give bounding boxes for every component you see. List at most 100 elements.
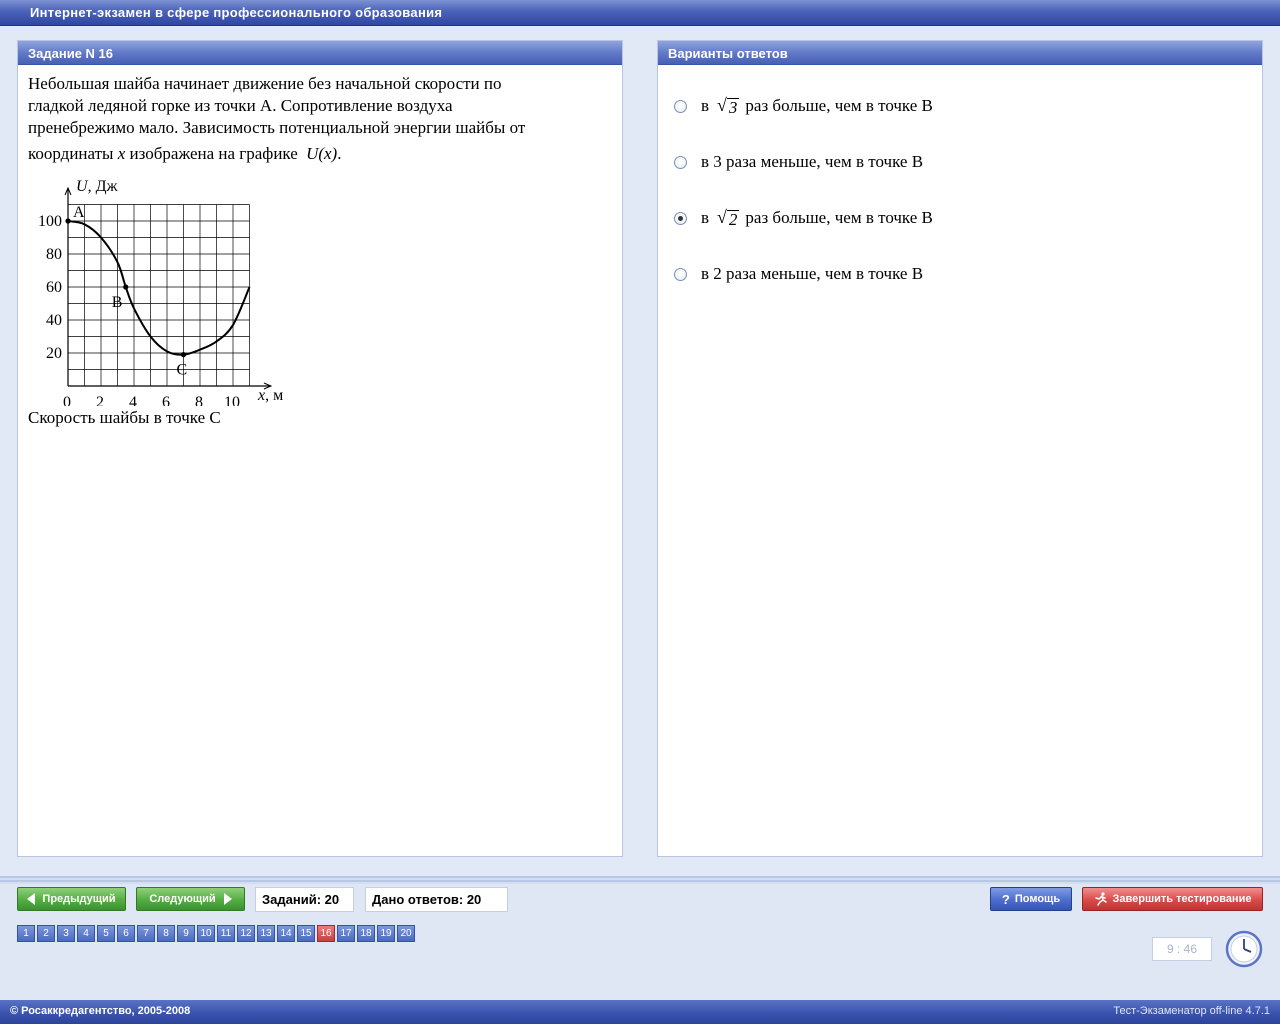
help-icon: ? bbox=[1001, 891, 1010, 907]
clock-icon bbox=[1225, 930, 1263, 968]
question-text: Небольшая шайба начинает движение без на… bbox=[28, 73, 608, 165]
y-tick-label: 40 bbox=[46, 312, 62, 329]
answer-option-3[interactable]: в √ 2 раз больше, чем в точке В bbox=[674, 205, 1234, 231]
y-tick-label: 80 bbox=[46, 246, 62, 263]
page-button-7[interactable]: 7 bbox=[137, 925, 155, 942]
page-button-4[interactable]: 4 bbox=[77, 925, 95, 942]
page-button-19[interactable]: 19 bbox=[377, 925, 395, 942]
help-label: Помощь bbox=[1014, 893, 1061, 905]
radio-button[interactable] bbox=[674, 155, 687, 169]
answers-given-count: Дано ответов: 20 bbox=[365, 887, 508, 912]
answer-option-2[interactable]: в 3 раза меньше, чем в точке В bbox=[674, 149, 1234, 175]
answer-text: в √ 3 раз больше, чем в точке В bbox=[701, 95, 933, 117]
page-button-8[interactable]: 8 bbox=[157, 925, 175, 942]
x-tick-label: 10 bbox=[224, 394, 240, 406]
page-button-16[interactable]: 16 bbox=[317, 925, 335, 942]
x-tick-label: 4 bbox=[129, 394, 137, 406]
previous-button[interactable]: Предыдущий bbox=[17, 887, 126, 911]
y-tick-label: 60 bbox=[46, 279, 62, 296]
x-tick-label: 0 bbox=[63, 394, 71, 406]
question-line-2: гладкой ледяной горке из точки А. Сопрот… bbox=[28, 96, 453, 115]
task-panel: Задание N 16 Небольшая шайба начинает дв… bbox=[17, 40, 623, 857]
sqrt-radicand: 3 bbox=[726, 98, 740, 117]
y-tick-label: 20 bbox=[46, 345, 62, 362]
y-tick-label: 100 bbox=[38, 213, 62, 230]
next-button[interactable]: Следующий bbox=[136, 887, 245, 911]
question-function: U(x) bbox=[306, 144, 338, 163]
tasks-count: Заданий: 20 bbox=[255, 887, 354, 912]
help-button[interactable]: ? Помощь bbox=[990, 887, 1072, 911]
point-A bbox=[65, 218, 71, 224]
previous-label: Предыдущий bbox=[42, 893, 116, 905]
running-man-icon bbox=[1094, 892, 1107, 906]
version-text: Тест-Экзаменатор off-line 4.7.1 bbox=[1113, 1005, 1270, 1017]
footer-bar: © Росаккредагентство, 2005-2008 Тест-Экз… bbox=[0, 1000, 1280, 1024]
point-B bbox=[123, 284, 129, 290]
question-line-3: пренебрежимо мало. Зависимость потенциал… bbox=[28, 118, 526, 137]
page-button-6[interactable]: 6 bbox=[117, 925, 135, 942]
page-button-2[interactable]: 2 bbox=[37, 925, 55, 942]
finish-label: Завершить тестирование bbox=[1112, 893, 1252, 905]
sqrt-radicand: 2 bbox=[726, 210, 740, 229]
arrow-right-icon bbox=[223, 893, 232, 905]
potential-energy-chart: 0 2 4 6 8 10 20 40 60 80 100 A B C U, Дж x, м bbox=[38, 178, 283, 406]
answer-text: в 3 раза меньше, чем в точке В bbox=[701, 152, 924, 171]
task-header: Задание N 16 bbox=[18, 41, 622, 65]
page-navigator: 1 2 3 4 5 6 7 8 9 10 11 12 13 14 15 16 17 18 19 20 bbox=[17, 925, 417, 942]
finish-test-button[interactable]: Завершить тестирование bbox=[1082, 887, 1263, 911]
page-button-9[interactable]: 9 bbox=[177, 925, 195, 942]
question-line-4-end: . bbox=[337, 144, 342, 163]
question-line-1: Небольшая шайба начинает движение без на… bbox=[28, 74, 502, 93]
page-button-3[interactable]: 3 bbox=[57, 925, 75, 942]
question-variable: x bbox=[117, 144, 126, 163]
title-bar: Интернет-экзамен в сфере профессионально… bbox=[0, 0, 1280, 26]
answer-option-1[interactable]: в √ 3 раз больше, чем в точке В bbox=[674, 93, 1234, 119]
copyright-text: © Росаккредагентство, 2005-2008 bbox=[10, 1005, 191, 1017]
next-label: Следующий bbox=[149, 893, 216, 905]
page-button-5[interactable]: 5 bbox=[97, 925, 115, 942]
question-line-4-mid: изображена на графике bbox=[129, 144, 298, 163]
page-button-13[interactable]: 13 bbox=[257, 925, 275, 942]
x-tick-label: 2 bbox=[96, 394, 104, 406]
page-button-14[interactable]: 14 bbox=[277, 925, 295, 942]
answer-suffix: раз больше, чем в точке В bbox=[745, 96, 933, 115]
y-axis-label: U, Дж bbox=[76, 178, 118, 195]
bottom-divider bbox=[0, 876, 1280, 884]
x-axis-label: x, м bbox=[257, 387, 283, 404]
arrow-left-icon bbox=[27, 893, 36, 905]
window-title: Интернет-экзамен в сфере профессионально… bbox=[30, 5, 443, 20]
page-button-1[interactable]: 1 bbox=[17, 925, 35, 942]
question-tail: Скорость шайбы в точке С bbox=[28, 408, 221, 427]
radio-button[interactable] bbox=[674, 99, 687, 113]
answers-header: Варианты ответов bbox=[658, 41, 1262, 65]
radio-button-selected[interactable] bbox=[674, 211, 687, 225]
chart-axes bbox=[64, 186, 273, 390]
answers-panel: Варианты ответов в √ 3 раз больше, чем в … bbox=[657, 40, 1263, 857]
page-button-10[interactable]: 10 bbox=[197, 925, 215, 942]
energy-curve bbox=[67, 220, 251, 356]
answer-prefix: в bbox=[701, 208, 710, 227]
answer-option-4[interactable]: в 2 раза меньше, чем в точке В bbox=[674, 261, 1234, 287]
point-label-B: B bbox=[112, 294, 123, 311]
answer-text: в 2 раза меньше, чем в точке В bbox=[701, 264, 924, 283]
answer-suffix: раз больше, чем в точке В bbox=[745, 208, 933, 227]
point-C bbox=[180, 352, 187, 358]
question-line-4: координаты x изображена на графике U(x). bbox=[28, 143, 608, 165]
answer-prefix: в bbox=[701, 96, 710, 115]
page-button-18[interactable]: 18 bbox=[357, 925, 375, 942]
timer-display: 9 : 46 bbox=[1152, 937, 1212, 961]
point-label-A: A bbox=[73, 204, 85, 221]
answer-text: в √ 2 раз больше, чем в точке В bbox=[701, 207, 933, 229]
page-button-20[interactable]: 20 bbox=[397, 925, 415, 942]
radio-dot bbox=[678, 215, 683, 221]
point-label-C: C bbox=[177, 362, 188, 379]
page-button-12[interactable]: 12 bbox=[237, 925, 255, 942]
sqrt-icon: √ 3 bbox=[717, 95, 740, 117]
x-tick-label: 8 bbox=[195, 394, 203, 406]
sqrt-icon: √ 2 bbox=[717, 207, 740, 229]
page-button-15[interactable]: 15 bbox=[297, 925, 315, 942]
radio-button[interactable] bbox=[674, 267, 687, 281]
page-button-11[interactable]: 11 bbox=[217, 925, 235, 942]
question-line-4-prefix: координаты bbox=[28, 144, 114, 163]
page-button-17[interactable]: 17 bbox=[337, 925, 355, 942]
